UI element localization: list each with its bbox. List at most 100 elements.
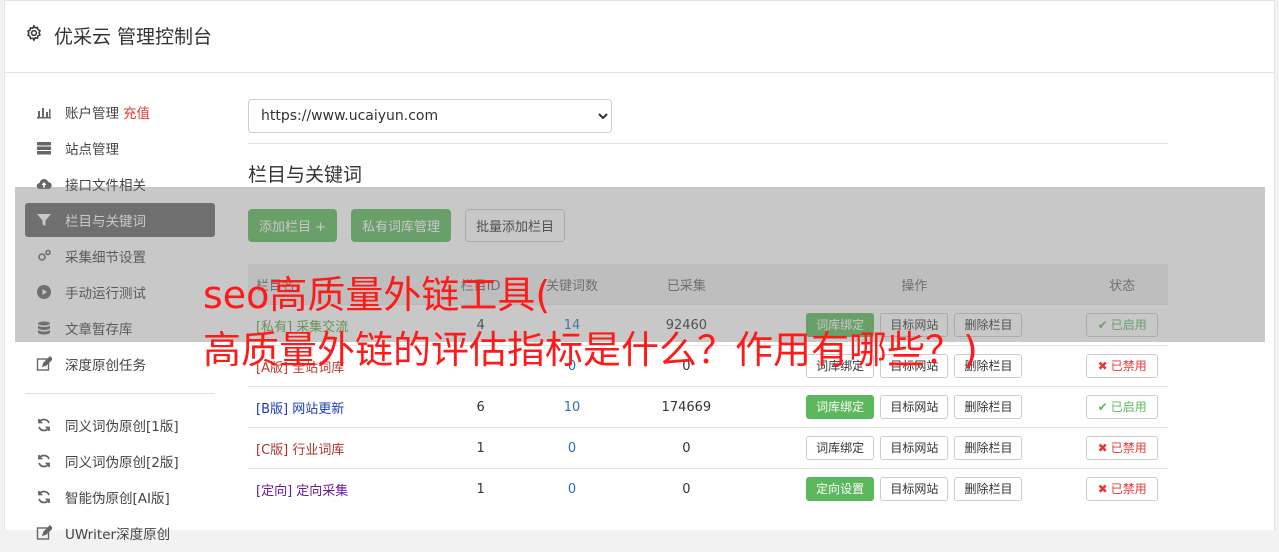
status-cell: ✔ 已启用 bbox=[1076, 386, 1168, 428]
column-id: 6 bbox=[437, 386, 524, 428]
table-row: [定向] 定向采集 1 0 0 定向设置 目标网站 删除栏目 ✖ 已禁用 bbox=[248, 468, 1168, 509]
sidebar-divider bbox=[25, 393, 215, 394]
status-toggle[interactable]: ✖ 已禁用 bbox=[1086, 477, 1159, 501]
sidebar-item-label: 文章暂存库 bbox=[65, 322, 133, 338]
filter-icon bbox=[36, 212, 52, 228]
refresh-icon bbox=[36, 417, 52, 433]
table-row: [B版] 网站更新 6 10 174669 词库绑定 目标网站 删除栏目 ✔ 已启… bbox=[248, 386, 1168, 428]
sidebar-item-manual-run[interactable]: 手动运行测试 bbox=[25, 275, 215, 309]
sidebar-item-deep-original[interactable]: 深度原创任务 bbox=[25, 347, 215, 381]
collected-count: 0 bbox=[620, 468, 753, 509]
add-column-button[interactable]: 添加栏目 + bbox=[248, 209, 338, 242]
target-site-button[interactable]: 目标网站 bbox=[880, 436, 949, 460]
sidebar-item-label: 同义词伪原创[2版] bbox=[65, 455, 179, 471]
overlay-line-1: seo高质量外链工具( bbox=[203, 273, 551, 317]
section-title: 栏目与关键词 bbox=[248, 164, 363, 186]
column-name[interactable]: 定向采集 bbox=[296, 484, 348, 499]
status-cell: ✖ 已禁用 bbox=[1076, 468, 1168, 509]
site-select[interactable]: https://www.ucaiyun.com bbox=[248, 99, 612, 133]
batch-add-column-button[interactable]: 批量添加栏目 bbox=[465, 209, 566, 242]
bind-library-button[interactable]: 词库绑定 bbox=[806, 395, 875, 419]
sidebar-item-label: 接口文件相关 bbox=[65, 178, 146, 194]
status-cell: ✖ 已禁用 bbox=[1076, 427, 1168, 469]
status-toggle[interactable]: ✖ 已禁用 bbox=[1086, 436, 1159, 460]
sidebar-item-label: UWriter深度原创 bbox=[65, 527, 171, 543]
content-divider bbox=[248, 143, 1168, 144]
column-tag: [C版] bbox=[256, 442, 289, 458]
keyword-count[interactable]: 0 bbox=[523, 468, 621, 509]
sidebar-item-article-store[interactable]: 文章暂存库 bbox=[25, 311, 215, 345]
target-site-button[interactable]: 目标网站 bbox=[880, 395, 949, 419]
column-name[interactable]: 行业词库 bbox=[292, 443, 344, 458]
gear-icon bbox=[27, 24, 41, 42]
database-icon bbox=[36, 320, 52, 336]
sidebar-item-label: 账户管理 bbox=[65, 106, 119, 122]
keyword-count[interactable]: 10 bbox=[523, 386, 621, 428]
status-cell: ✖ 已禁用 bbox=[1076, 345, 1168, 387]
target-site-button[interactable]: 目标网站 bbox=[880, 477, 949, 501]
sidebar-item-ai-original[interactable]: 智能伪原创[AI版] bbox=[25, 480, 215, 514]
sidebar-item-label: 栏目与关键词 bbox=[65, 214, 146, 230]
private-library-button[interactable]: 私有词库管理 bbox=[351, 209, 452, 242]
header-status: 状态 bbox=[1076, 264, 1168, 305]
actions-cell: 定向设置 目标网站 删除栏目 bbox=[752, 468, 1077, 509]
sidebar-item-label: 深度原创任务 bbox=[65, 358, 146, 374]
check-icon: ✔ bbox=[1097, 318, 1108, 332]
collected-count: 0 bbox=[620, 427, 753, 469]
column-tag: [定向] bbox=[256, 483, 293, 499]
play-icon bbox=[36, 284, 52, 300]
refresh-icon bbox=[36, 453, 52, 469]
delete-column-button[interactable]: 删除栏目 bbox=[954, 395, 1023, 419]
cogs-icon bbox=[36, 248, 52, 264]
column-name-cell[interactable]: [C版] 行业词库 bbox=[248, 427, 438, 469]
cloud-upload-icon bbox=[36, 176, 52, 192]
check-icon: ✔ bbox=[1097, 400, 1108, 414]
status-cell: ✔ 已启用 bbox=[1076, 304, 1168, 346]
sidebar-item-sites[interactable]: 站点管理 bbox=[25, 131, 215, 165]
sidebar-item-uwriter[interactable]: UWriter深度原创 bbox=[25, 516, 215, 550]
actions-cell: 词库绑定 目标网站 删除栏目 bbox=[752, 427, 1077, 469]
status-toggle[interactable]: ✖ 已禁用 bbox=[1086, 354, 1159, 378]
sidebar-item-label: 手动运行测试 bbox=[65, 286, 146, 302]
sidebar-item-synonym-v2[interactable]: 同义词伪原创[2版] bbox=[25, 444, 215, 478]
recharge-link[interactable]: 充值 bbox=[123, 102, 150, 122]
sidebar-item-account[interactable]: 账户管理 充值 bbox=[25, 95, 215, 129]
sidebar-item-label: 同义词伪原创[1版] bbox=[65, 419, 179, 435]
actions-cell: 词库绑定 目标网站 删除栏目 bbox=[752, 386, 1077, 428]
status-label: 已启用 bbox=[1110, 318, 1147, 332]
sidebar-item-synonym-v1[interactable]: 同义词伪原创[1版] bbox=[25, 408, 215, 442]
bar-chart-icon bbox=[36, 104, 52, 120]
server-icon bbox=[36, 140, 52, 156]
refresh-icon bbox=[36, 489, 52, 505]
status-label: 已禁用 bbox=[1110, 441, 1147, 455]
column-name-cell[interactable]: [定向] 定向采集 bbox=[248, 468, 438, 509]
bind-library-button[interactable]: 词库绑定 bbox=[806, 436, 875, 460]
keyword-count[interactable]: 0 bbox=[523, 427, 621, 469]
column-tag: [B版] bbox=[256, 401, 289, 417]
status-toggle[interactable]: ✔ 已启用 bbox=[1086, 313, 1159, 337]
overlay-caption: seo高质量外链工具( 高质量外链的评估指标是什么？作用有哪些？) bbox=[203, 268, 978, 378]
overlay-line-2: 高质量外链的评估指标是什么？作用有哪些？) bbox=[203, 328, 978, 372]
toolbar: 添加栏目 + 私有词库管理 批量添加栏目 bbox=[248, 209, 1168, 242]
sidebar-item-columns[interactable]: 栏目与关键词 bbox=[25, 203, 215, 237]
close-icon: ✖ bbox=[1097, 441, 1108, 455]
sidebar-item-collect-settings[interactable]: 采集细节设置 bbox=[25, 239, 215, 273]
column-id: 1 bbox=[437, 468, 524, 509]
status-label: 已启用 bbox=[1110, 400, 1147, 414]
close-icon: ✖ bbox=[1097, 482, 1108, 496]
delete-column-button[interactable]: 删除栏目 bbox=[954, 477, 1023, 501]
edit-icon bbox=[36, 525, 52, 541]
page-title: 优采云 管理控制台 bbox=[54, 26, 213, 48]
delete-column-button[interactable]: 删除栏目 bbox=[954, 436, 1023, 460]
column-name[interactable]: 网站更新 bbox=[292, 402, 344, 417]
status-label: 已禁用 bbox=[1110, 359, 1147, 373]
sidebar-item-interface[interactable]: 接口文件相关 bbox=[25, 167, 215, 201]
column-id: 1 bbox=[437, 427, 524, 469]
status-toggle[interactable]: ✔ 已启用 bbox=[1086, 395, 1159, 419]
sidebar-item-label: 站点管理 bbox=[65, 142, 119, 158]
collected-count: 174669 bbox=[620, 386, 753, 428]
header: 优采云 管理控制台 bbox=[5, 1, 1274, 73]
status-label: 已禁用 bbox=[1110, 482, 1147, 496]
column-name-cell[interactable]: [B版] 网站更新 bbox=[248, 386, 438, 428]
directed-settings-button[interactable]: 定向设置 bbox=[806, 477, 875, 501]
